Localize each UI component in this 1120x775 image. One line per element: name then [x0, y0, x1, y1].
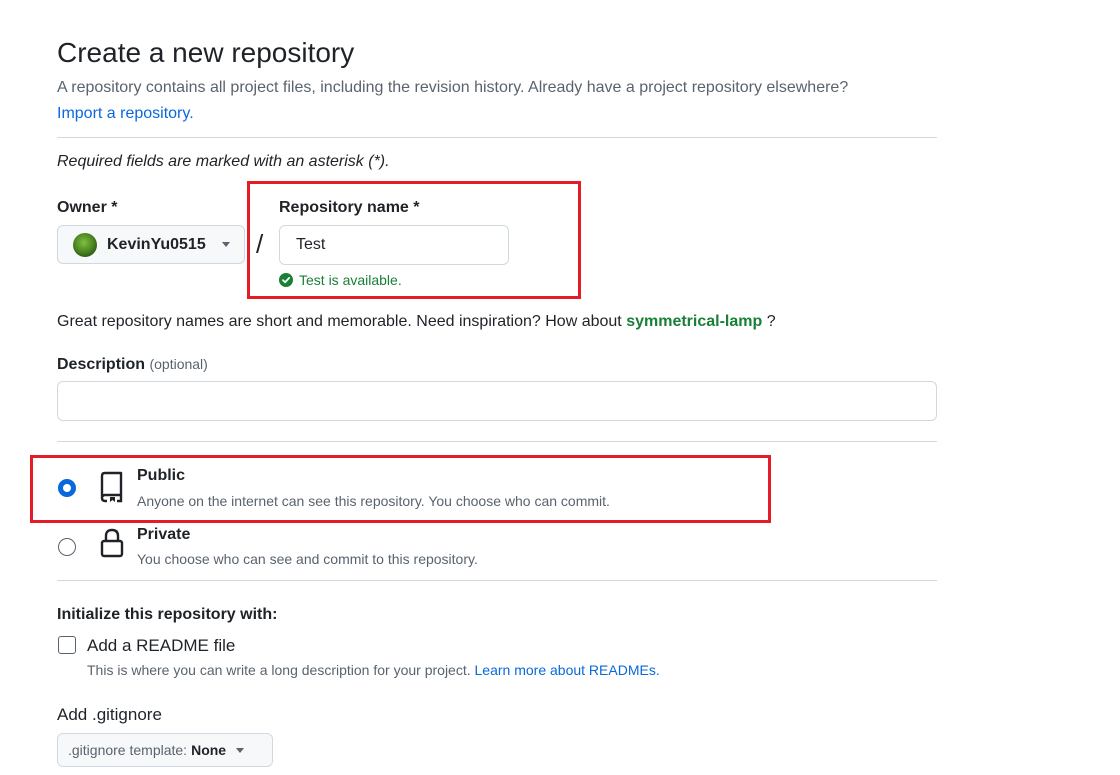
readme-description: This is where you can write a long descr…: [87, 661, 660, 679]
optional-tag: (optional): [149, 356, 208, 372]
gitignore-heading: Add .gitignore: [57, 705, 162, 724]
divider: [57, 137, 937, 138]
divider: [57, 580, 937, 581]
initialize-heading: Initialize this repository with:: [57, 606, 278, 623]
gitignore-template-select[interactable]: .gitignore template: None: [57, 733, 273, 767]
visibility-public-highlight: [30, 455, 771, 523]
name-hint-suffix: ?: [766, 313, 776, 330]
required-fields-note: Required fields are marked with an aster…: [57, 153, 390, 170]
name-hint: Great repository names are short and mem…: [57, 311, 776, 333]
visibility-private-title: Private: [137, 526, 191, 543]
description-label: Description (optional): [57, 353, 208, 376]
description-input[interactable]: [57, 381, 937, 421]
lock-icon: [100, 528, 124, 558]
owner-name: KevinYu0515: [107, 235, 206, 253]
readme-description-text: This is where you can write a long descr…: [87, 662, 471, 678]
gitignore-template-value: None: [191, 742, 227, 758]
chevron-down-icon: [221, 242, 230, 247]
divider: [57, 441, 937, 442]
visibility-private-description: You choose who can see and commit to thi…: [137, 551, 478, 567]
name-hint-text: Great repository names are short and mem…: [57, 313, 622, 330]
page-subtitle: A repository contains all project files,…: [57, 79, 849, 96]
readme-checkbox[interactable]: [58, 636, 76, 654]
description-label-text: Description: [57, 356, 146, 373]
suggested-name-link[interactable]: symmetrical-lamp: [626, 313, 762, 330]
owner-select[interactable]: KevinYu0515: [57, 225, 245, 264]
repository-name-highlight: [247, 181, 581, 299]
readme-label[interactable]: Add a README file: [87, 635, 235, 657]
owner-label: Owner *: [57, 199, 118, 216]
import-repository-link[interactable]: Import a repository.: [57, 103, 194, 125]
chevron-down-icon: [236, 747, 245, 753]
avatar: [73, 232, 97, 257]
visibility-radio-private[interactable]: [58, 538, 76, 556]
gitignore-template-label: .gitignore template:: [68, 742, 188, 758]
learn-more-readmes-link[interactable]: Learn more about READMEs.: [475, 662, 660, 678]
page-title: Create a new repository: [57, 37, 355, 68]
